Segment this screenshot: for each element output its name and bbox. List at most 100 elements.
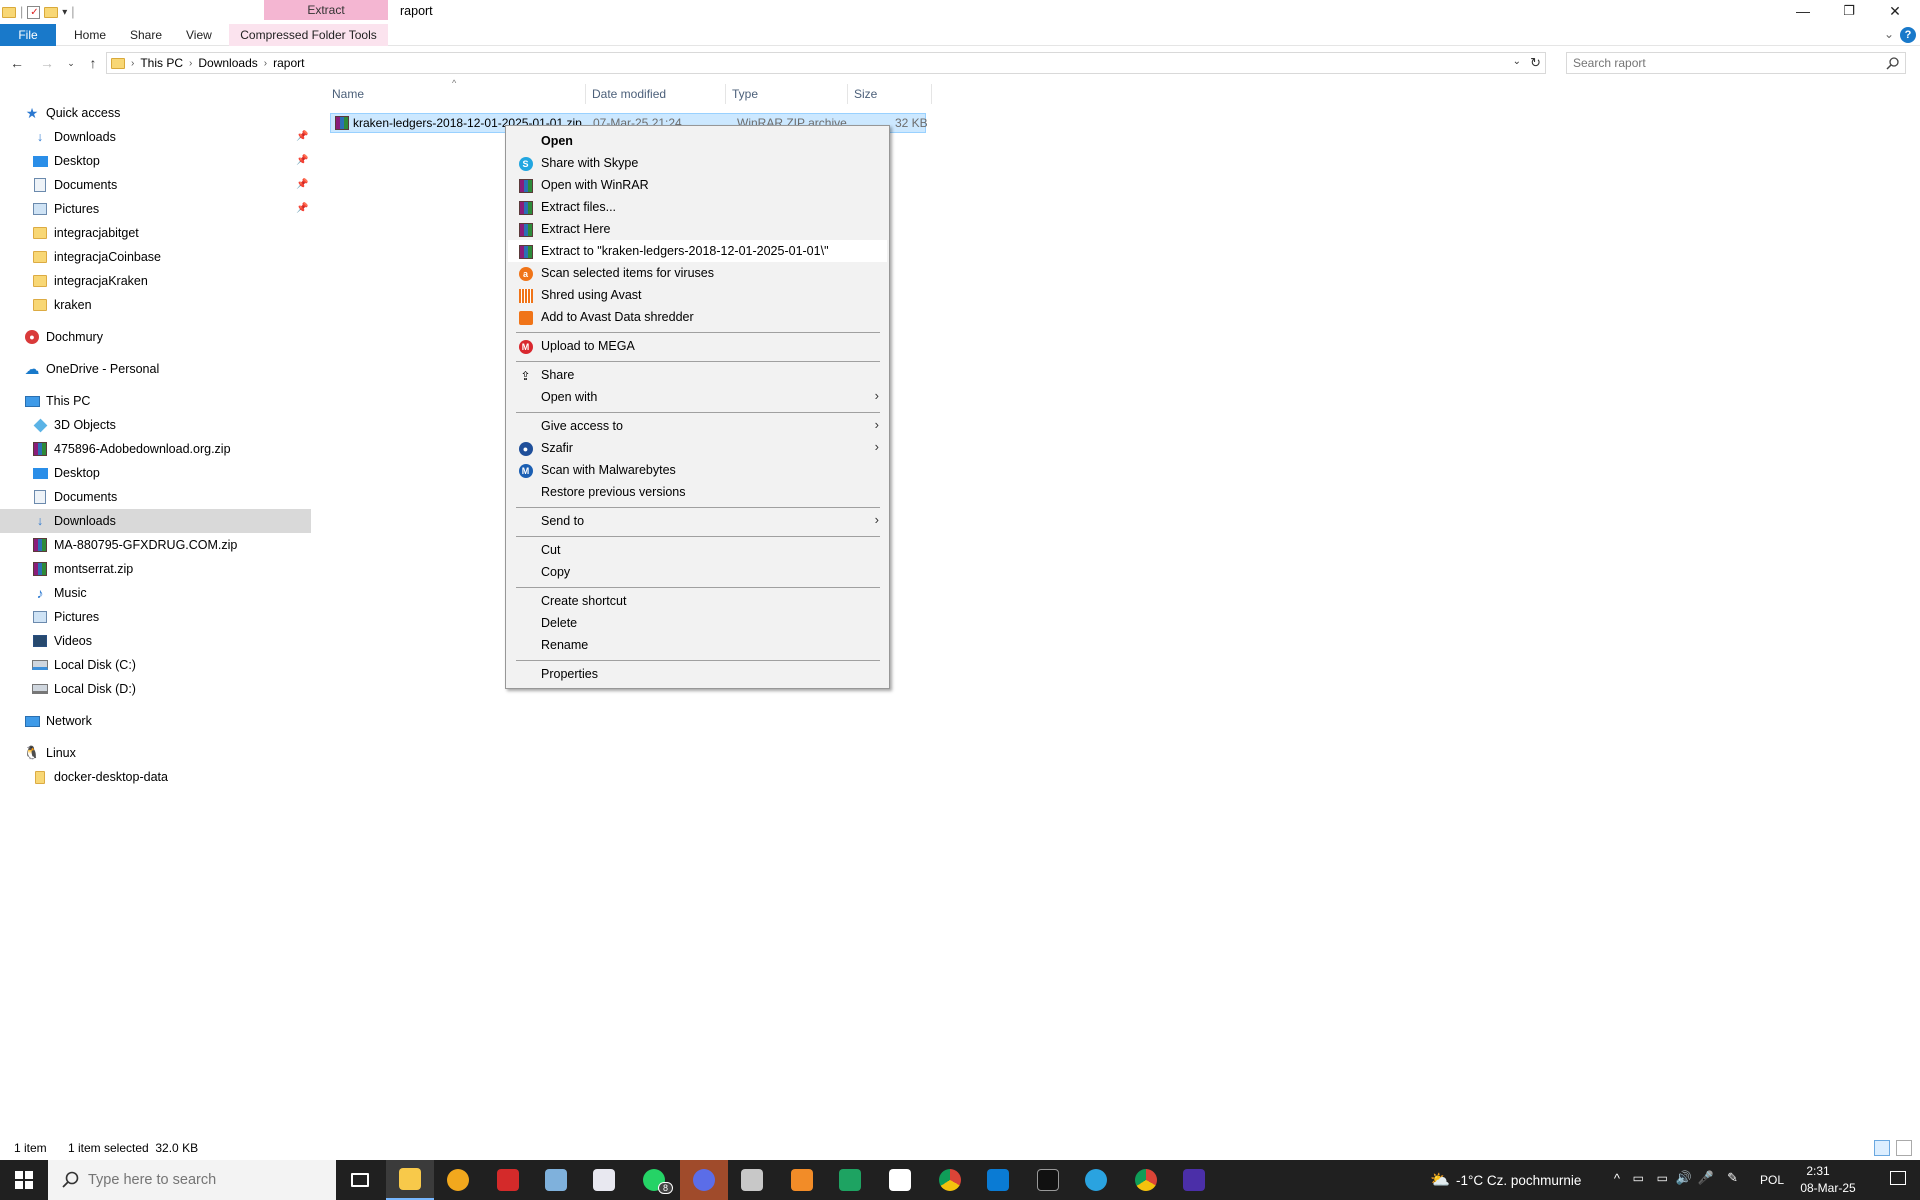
volume-icon[interactable]: 🔊 — [1676, 1170, 1692, 1186]
show-hidden-icons-chevron-icon[interactable]: ^ — [1614, 1171, 1620, 1186]
weather-cloud-icon[interactable]: ⛅ — [1430, 1170, 1450, 1190]
up-arrow-icon[interactable]: ↑ — [84, 54, 102, 72]
menu-share[interactable]: ⇪ Share — [508, 364, 887, 386]
nav-pc-3d-objects[interactable]: 3D Objects — [32, 413, 116, 437]
nav-network[interactable]: Network — [24, 709, 92, 733]
nav-pc-music[interactable]: ♪ Music — [32, 581, 87, 605]
tab-view[interactable]: View — [176, 24, 222, 46]
nav-qa-integracjakraken[interactable]: integracjaKraken — [32, 269, 148, 293]
breadcrumb-this-pc[interactable]: This PC — [140, 56, 183, 70]
menu-restore-previous-versions[interactable]: Restore previous versions — [508, 481, 887, 503]
menu-share-with-skype[interactable]: S Share with Skype — [508, 152, 887, 174]
menu-create-shortcut[interactable]: Create shortcut — [508, 590, 887, 612]
nav-qa-integracjacoinbase[interactable]: integracjaCoinbase — [32, 245, 161, 269]
tab-share[interactable]: Share — [120, 24, 172, 46]
menu-upload-to-mega[interactable]: M Upload to MEGA — [508, 335, 887, 357]
menu-properties[interactable]: Properties — [508, 663, 887, 685]
close-button[interactable]: ✕ — [1872, 0, 1918, 22]
pin-icon[interactable]: 📌 — [296, 179, 308, 190]
tab-compressed-folder-tools[interactable]: Compressed Folder Tools — [229, 24, 388, 46]
menu-delete[interactable]: Delete — [508, 612, 887, 634]
details-view-icon[interactable] — [1874, 1140, 1890, 1156]
weather-text[interactable]: -1°C Cz. pochmurnie — [1456, 1173, 1581, 1188]
customize-qat-icon[interactable]: ▾ — [62, 7, 67, 18]
device-icon[interactable]: ▭ — [1633, 1171, 1644, 1185]
tab-file[interactable]: File — [0, 24, 56, 46]
nav-this-pc[interactable]: This PC — [24, 389, 90, 413]
taskbar-app-mail[interactable] — [728, 1160, 776, 1200]
restore-button[interactable]: ❐ — [1826, 0, 1872, 22]
column-header-type[interactable]: Type — [730, 84, 848, 104]
menu-give-access-to[interactable]: Give access to › — [508, 415, 887, 437]
new-folder-icon[interactable] — [44, 6, 59, 18]
taskbar-app-red[interactable] — [484, 1160, 532, 1200]
nav-dochmury[interactable]: ● Dochmury — [24, 325, 103, 349]
taskbar-search[interactable] — [48, 1160, 336, 1200]
expand-ribbon-icon[interactable]: ⌄ — [1884, 27, 1894, 41]
menu-scan-avast[interactable]: a Scan selected items for viruses — [508, 262, 887, 284]
menu-open-with-winrar[interactable]: Open with WinRAR — [508, 174, 887, 196]
menu-szafir[interactable]: ● Szafir › — [508, 437, 887, 459]
refresh-icon[interactable]: ↻ — [1530, 55, 1541, 71]
start-button[interactable] — [0, 1160, 48, 1200]
taskbar-chrome-profile[interactable] — [1122, 1160, 1170, 1200]
menu-shred-avast[interactable]: Shred using Avast — [508, 284, 887, 306]
nav-pc-adobedownload-zip[interactable]: 475896-Adobedownload.org.zip — [32, 437, 231, 461]
menu-send-to[interactable]: Send to › — [508, 510, 887, 532]
taskbar-file-explorer[interactable] — [386, 1160, 434, 1200]
nav-onedrive[interactable]: ☁ OneDrive - Personal — [24, 357, 160, 381]
menu-copy[interactable]: Copy — [508, 561, 887, 583]
taskbar-terminal[interactable] — [1024, 1160, 1072, 1200]
task-view-button[interactable] — [336, 1160, 384, 1200]
taskbar-app-document[interactable] — [580, 1160, 628, 1200]
taskbar-whatsapp[interactable]: 8 — [630, 1160, 678, 1200]
menu-scan-malwarebytes[interactable]: M Scan with Malwarebytes — [508, 459, 887, 481]
taskbar-tradingview[interactable] — [876, 1160, 924, 1200]
address-bar[interactable]: › This PC › Downloads › raport ⌄ ↻ — [106, 52, 1546, 74]
pin-icon[interactable]: 📌 — [296, 203, 308, 214]
menu-extract-files[interactable]: Extract files... — [508, 196, 887, 218]
nav-pc-videos[interactable]: Videos — [32, 629, 92, 653]
nav-pc-pictures[interactable]: Pictures — [32, 605, 99, 629]
nav-pc-documents[interactable]: Documents — [32, 485, 117, 509]
help-icon[interactable]: ? — [1900, 27, 1916, 43]
nav-pc-downloads[interactable]: ↓ Downloads — [0, 509, 311, 533]
clock-time[interactable]: 2:31 — [1788, 1164, 1848, 1178]
minimize-button[interactable]: — — [1780, 0, 1826, 22]
taskbar-sublime-text[interactable] — [778, 1160, 826, 1200]
nav-qa-pictures[interactable]: Pictures — [32, 197, 99, 221]
nav-pc-local-disk-d[interactable]: Local Disk (D:) — [32, 677, 136, 701]
pen-icon[interactable]: ✎ — [1727, 1170, 1738, 1186]
nav-linux-docker-desktop-data[interactable]: docker-desktop-data — [32, 765, 168, 789]
nav-quick-access[interactable]: ★ Quick access — [24, 101, 121, 125]
nav-qa-kraken[interactable]: kraken — [32, 293, 92, 317]
menu-extract-here[interactable]: Extract Here — [508, 218, 887, 240]
nav-qa-integracjabitget[interactable]: integracjabitget — [32, 221, 139, 245]
network-icon[interactable]: ▭ — [1657, 1171, 1668, 1185]
nav-pc-montserrat-zip[interactable]: montserrat.zip — [32, 557, 133, 581]
back-arrow-icon[interactable]: ← — [8, 54, 26, 72]
nav-linux[interactable]: 🐧 Linux — [24, 741, 76, 765]
taskbar-app-notepad[interactable] — [532, 1160, 580, 1200]
menu-cut[interactable]: Cut — [508, 539, 887, 561]
nav-qa-documents[interactable]: Documents — [32, 173, 117, 197]
nav-pc-desktop[interactable]: Desktop — [32, 461, 100, 485]
search-input[interactable] — [1566, 52, 1906, 74]
pin-icon[interactable]: 📌 — [296, 131, 308, 142]
taskbar-chrome-canary[interactable] — [434, 1160, 482, 1200]
large-icons-view-icon[interactable] — [1896, 1140, 1912, 1156]
chevron-right-icon[interactable]: › — [131, 58, 134, 69]
taskbar-app-game[interactable] — [680, 1160, 728, 1200]
taskbar-vscode[interactable] — [974, 1160, 1022, 1200]
properties-icon[interactable]: ✓ — [27, 5, 41, 19]
tab-home[interactable]: Home — [64, 24, 116, 46]
menu-extract-to-folder[interactable]: Extract to "kraken-ledgers-2018-12-01-20… — [508, 240, 887, 262]
notification-center-icon[interactable] — [1890, 1171, 1906, 1185]
address-dropdown-icon[interactable]: ⌄ — [1513, 56, 1521, 67]
taskbar-telegram[interactable] — [1072, 1160, 1120, 1200]
menu-open-with[interactable]: Open with › — [508, 386, 887, 408]
nav-qa-desktop[interactable]: Desktop — [32, 149, 100, 173]
nav-pc-gfxdrug-zip[interactable]: MA-880795-GFXDRUG.COM.zip — [32, 533, 237, 557]
column-header-size[interactable]: Size — [852, 84, 932, 104]
nav-pc-local-disk-c[interactable]: Local Disk (C:) — [32, 653, 136, 677]
